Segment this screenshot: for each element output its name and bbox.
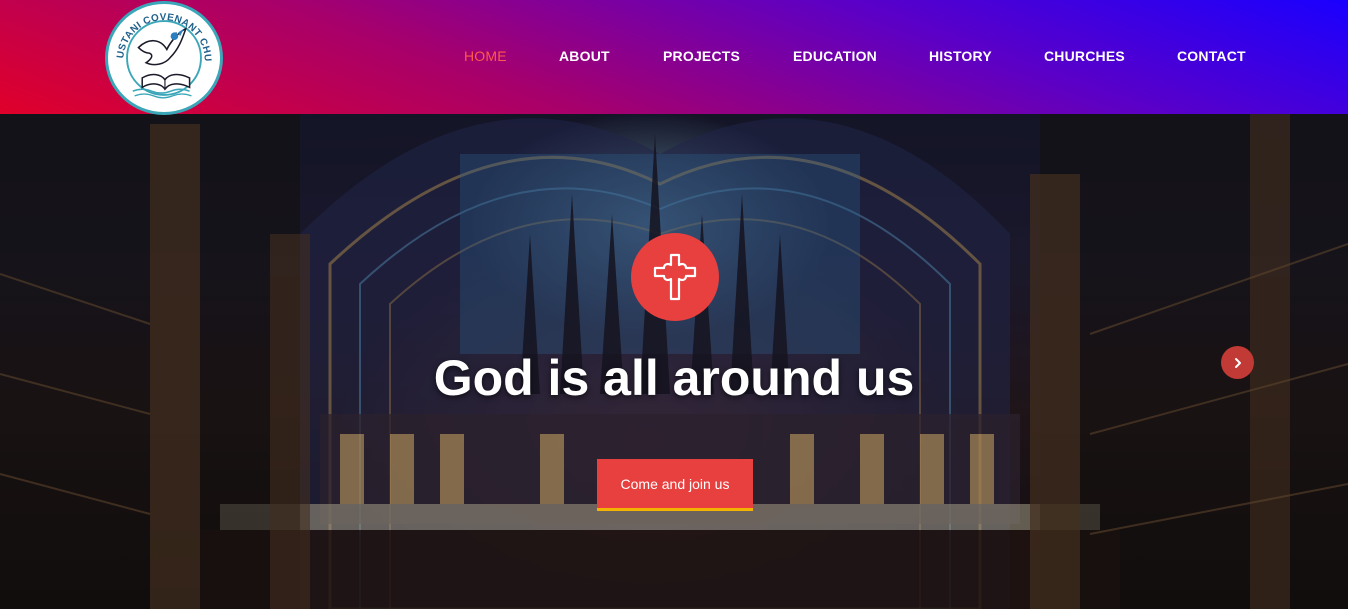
nav-projects[interactable]: PROJECTS	[663, 47, 740, 65]
hero-slider: God is all around us Come and join us	[0, 114, 1348, 609]
nav-history[interactable]: HISTORY	[929, 47, 992, 65]
hero-headline: God is all around us	[433, 350, 915, 406]
nav-about[interactable]: ABOUT	[559, 47, 610, 65]
nav-contact[interactable]: CONTACT	[1177, 47, 1246, 65]
nav-home[interactable]: HOME	[464, 47, 507, 65]
site-header: HINDUSTANI COVENANT CHURCH HOME ABOUT PR…	[0, 0, 1348, 115]
slider-next-button[interactable]	[1221, 346, 1254, 379]
main-nav: HOME ABOUT PROJECTS EDUCATION HISTORY CH…	[0, 47, 1348, 67]
cross-glyph	[653, 253, 697, 301]
nav-churches[interactable]: CHURCHES	[1044, 47, 1125, 65]
cross-icon	[631, 233, 719, 321]
chevron-right-icon	[1234, 357, 1241, 368]
join-us-button[interactable]: Come and join us	[597, 459, 753, 511]
nav-education[interactable]: EDUCATION	[793, 47, 877, 65]
